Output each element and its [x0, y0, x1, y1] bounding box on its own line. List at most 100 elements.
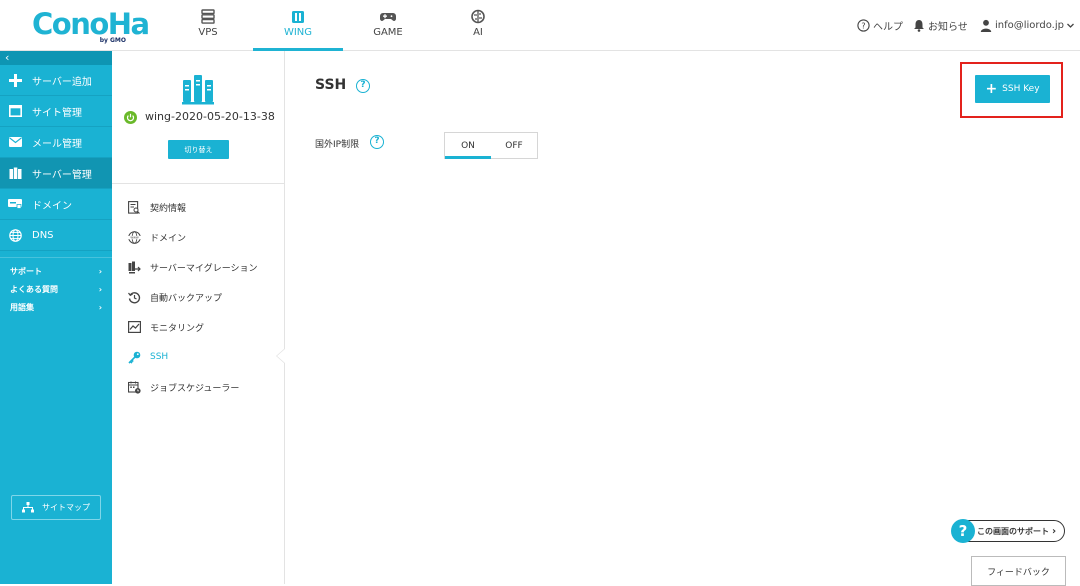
menu-item-ssh[interactable]: SSH [112, 342, 284, 372]
mail-icon [8, 135, 22, 149]
sidebar-link-support[interactable]: サポート › [0, 262, 112, 280]
foreign-ip-help-icon[interactable]: ? [370, 135, 384, 149]
menu-item-label: 自動バックアップ [150, 293, 223, 304]
server-stack-icon [201, 9, 215, 24]
add-ssh-key-button[interactable]: + SSH Key [975, 75, 1050, 103]
scheduler-icon [127, 380, 141, 394]
page-support-button[interactable]: ? この画面のサポート › [951, 519, 1065, 543]
user-icon [980, 19, 992, 32]
globe-icon [8, 228, 22, 242]
sidebar-item-label: DNS [32, 229, 54, 241]
active-menu-pointer [276, 348, 285, 364]
server-icon [182, 75, 214, 105]
panel-divider [112, 183, 284, 184]
menu-item-contract[interactable]: 契約情報 [112, 192, 284, 222]
menu-item-migration[interactable]: サーバーマイグレーション [112, 252, 284, 282]
chevron-right-icon: › [98, 266, 102, 276]
question-circle-icon: ? [857, 19, 870, 32]
logo-text: ConoHa [32, 7, 150, 41]
sitemap-icon [22, 502, 34, 513]
menu-item-label: SSH [150, 352, 169, 362]
sidebar: ‹ サーバー追加 サイト管理 メール管理 サーバー管理 ドメイン DNS サポー… [0, 51, 112, 584]
wing-icon [292, 11, 304, 23]
menu-item-label: 契約情報 [150, 203, 187, 214]
sidebar-item-domain[interactable]: ドメイン [0, 189, 112, 220]
plus-icon: + [985, 81, 998, 97]
help-link[interactable]: ? ヘルプ [857, 0, 903, 51]
backup-icon [127, 290, 141, 304]
service-tab-wing[interactable]: WING [253, 0, 343, 51]
gamepad-icon [380, 13, 396, 21]
notifications-label: お知らせ [928, 22, 968, 33]
menu-item-backup[interactable]: 自動バックアップ [112, 282, 284, 312]
server-name: wing-2020-05-20-13-38 [145, 110, 275, 123]
sidebar-item-server-management[interactable]: サーバー管理 [0, 158, 112, 189]
sidebar-link-faq[interactable]: よくある質問 › [0, 280, 112, 298]
sidebar-link-label: 用語集 [10, 302, 34, 312]
title-help-icon[interactable]: ? [356, 79, 370, 93]
menu-item-job-scheduler[interactable]: ジョブスケジューラー [112, 372, 284, 402]
power-status-icon [124, 111, 137, 124]
sidebar-item-label: ドメイン [32, 200, 72, 212]
page-title: SSH [315, 77, 347, 93]
monitoring-icon [127, 320, 141, 334]
window-icon [8, 104, 22, 118]
contract-icon [127, 200, 141, 214]
sidebar-item-label: サーバー管理 [32, 169, 92, 181]
help-label: ヘルプ [873, 22, 903, 33]
feedback-button[interactable]: フィードバック [971, 556, 1066, 586]
bell-icon [914, 20, 924, 32]
domain-icon [8, 197, 22, 211]
menu-item-label: ドメイン [150, 233, 187, 244]
svg-text:?: ? [861, 21, 865, 30]
service-tab-label: VPS [198, 27, 218, 38]
migration-icon [127, 260, 141, 274]
sidebar-item-label: サーバー追加 [32, 76, 92, 88]
toggle-on-button[interactable]: ON [445, 133, 491, 159]
question-circle-icon: ? [951, 519, 975, 543]
sidebar-item-label: メール管理 [32, 138, 82, 150]
sitemap-button[interactable]: サイトマップ [11, 495, 101, 520]
sidebar-item-add-server[interactable]: サーバー追加 [0, 65, 112, 96]
sidebar-link-glossary[interactable]: 用語集 › [0, 298, 112, 316]
chevron-left-icon: ‹ [5, 51, 10, 64]
chevron-right-icon: › [98, 284, 102, 294]
sidebar-link-label: よくある質問 [10, 284, 58, 294]
toggle-off-button[interactable]: OFF [491, 133, 537, 158]
server-menu: 契約情報 www ドメイン サーバーマイグレーション 自動バックアップ モニタリ… [112, 192, 284, 402]
sidebar-collapse-button[interactable]: ‹ [0, 51, 112, 65]
sitemap-label: サイトマップ [42, 503, 90, 512]
www-icon: www [127, 230, 141, 244]
service-tab-ai[interactable]: AI [433, 0, 523, 51]
switch-server-button[interactable]: 切り替え [168, 140, 229, 159]
key-icon [127, 350, 141, 364]
brain-icon [471, 9, 485, 24]
foreign-ip-toggle: ON OFF [444, 132, 538, 159]
notifications-link[interactable]: お知らせ [913, 0, 968, 51]
add-ssh-key-label: SSH Key [1002, 84, 1040, 94]
service-tab-game[interactable]: GAME [343, 0, 433, 51]
chevron-down-icon [1067, 23, 1074, 28]
main-content: SSH ? 国外IP制限 ? ON OFF + SSH Key ? この画面のサ… [286, 51, 1080, 586]
service-tab-label: GAME [373, 27, 403, 38]
service-tab-label: WING [283, 27, 313, 38]
service-tab-vps[interactable]: VPS [163, 0, 253, 51]
service-tab-label: AI [473, 27, 483, 38]
menu-item-label: モニタリング [150, 323, 205, 334]
menu-item-monitoring[interactable]: モニタリング [112, 312, 284, 342]
page-support-label: この画面のサポート [977, 526, 1049, 536]
menu-item-label: ジョブスケジューラー [150, 383, 240, 394]
sidebar-item-dns[interactable]: DNS [0, 220, 112, 251]
menu-item-domain[interactable]: www ドメイン [112, 222, 284, 252]
sidebar-item-site-management[interactable]: サイト管理 [0, 96, 112, 127]
svg-text:www: www [130, 235, 139, 239]
account-menu[interactable]: info@liordo.jp [980, 0, 1078, 51]
conoha-logo[interactable]: ConoHa by GMO [32, 8, 150, 44]
server-panel: wing-2020-05-20-13-38 切り替え 契約情報 www ドメイン… [112, 51, 285, 584]
top-header: ConoHa by GMO VPS WING GAME AI ? ヘルプ お知ら… [0, 0, 1080, 51]
chevron-right-icon: › [1052, 525, 1057, 537]
sidebar-item-mail-management[interactable]: メール管理 [0, 127, 112, 158]
logo-subtext: by GMO [99, 37, 126, 44]
foreign-ip-restriction-label: 国外IP制限 [315, 140, 360, 150]
plus-icon [8, 73, 22, 87]
